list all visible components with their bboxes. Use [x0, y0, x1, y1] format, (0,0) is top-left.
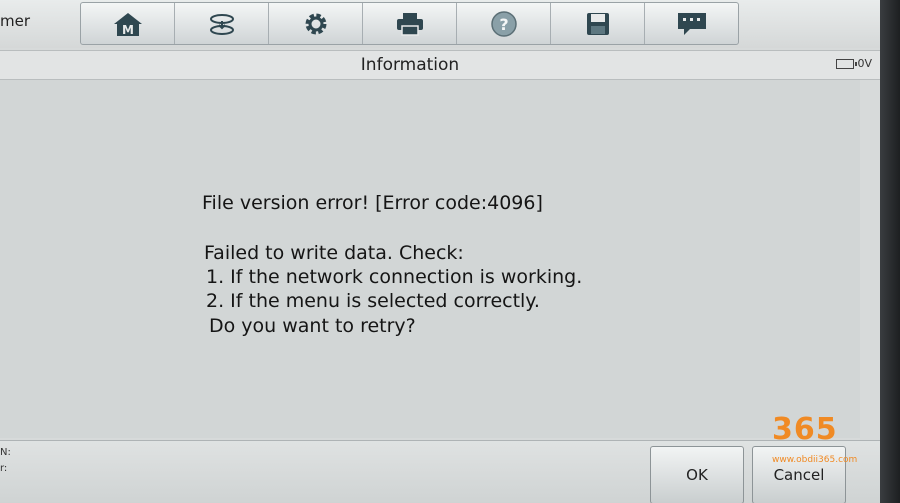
home-button[interactable]: M: [81, 3, 175, 44]
message-icon: [675, 10, 709, 38]
save-icon: [585, 11, 611, 37]
message-line: 1. If the network connection is working.: [206, 266, 583, 288]
ok-button[interactable]: OK: [650, 446, 744, 503]
message-line: 2. If the menu is selected correctly.: [206, 290, 540, 312]
print-button[interactable]: [363, 3, 457, 44]
top-toolbar-bar: mer M ?: [0, 0, 880, 48]
info-label: r:: [0, 463, 8, 474]
voltage-value: 0V: [857, 57, 872, 70]
title-bar: Information 0V: [0, 50, 880, 80]
print-icon: [395, 11, 425, 37]
message-line: Failed to write data. Check:: [204, 242, 464, 264]
home-icon: M: [111, 11, 145, 37]
help-icon: ?: [490, 10, 518, 38]
app-name: mer: [0, 12, 31, 30]
battery-icon: [836, 58, 858, 69]
watermark-url: www.obdii365.com: [772, 455, 858, 465]
vehicle-swap-button[interactable]: [175, 3, 269, 44]
device-bezel: [880, 0, 900, 503]
watermark-brand: 365: [772, 412, 838, 447]
device-screen: mer M ? Information 0V File version erro…: [0, 0, 880, 503]
message-line: Do you want to retry?: [209, 315, 416, 337]
page-title: Information: [360, 55, 460, 75]
help-button[interactable]: ?: [457, 3, 551, 44]
bottom-bar: N: r: OK Cancel: [0, 440, 880, 503]
message-panel: File version error! [Error code:4096] Fa…: [0, 80, 860, 438]
battery-voltage: 0V: [836, 57, 872, 70]
settings-button[interactable]: [269, 3, 363, 44]
svg-text:?: ?: [499, 15, 508, 34]
settings-icon: [302, 10, 330, 38]
vehicle-swap-icon: [205, 11, 239, 37]
save-button[interactable]: [551, 3, 645, 44]
svg-text:M: M: [122, 23, 134, 37]
error-message: File version error! [Error code:4096]: [202, 192, 543, 214]
message-button[interactable]: [645, 3, 738, 44]
toolbar: M ?: [80, 2, 739, 45]
watermark-logo: 365 www.obdii365.com: [772, 400, 882, 475]
info-label: N:: [0, 447, 11, 458]
